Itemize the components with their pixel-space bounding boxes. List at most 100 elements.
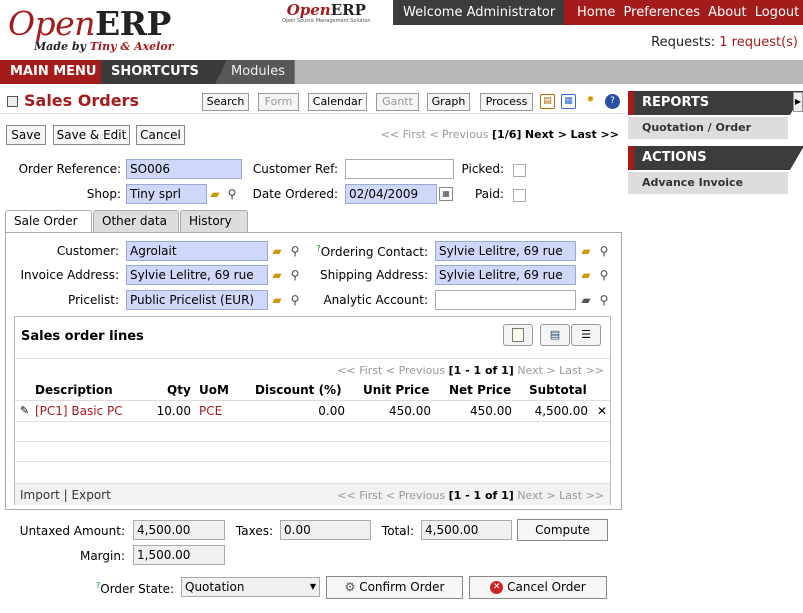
list-view-button[interactable]: ☰: [571, 324, 601, 346]
translate-icon[interactable]: ▦: [561, 94, 576, 109]
column-qty[interactable]: Qty: [167, 380, 191, 400]
search-icon[interactable]: ⚲: [225, 187, 239, 201]
search-icon[interactable]: ⚲: [597, 293, 611, 307]
print-button[interactable]: ▤: [540, 324, 570, 346]
search-view-button[interactable]: Search: [202, 93, 249, 111]
lines-pager-bottom: << First < Previous [1 - 1 of 1] Next > …: [337, 489, 604, 502]
delete-icon[interactable]: ✕: [597, 401, 607, 421]
calendar-view-button[interactable]: Calendar: [308, 93, 367, 111]
lines-pager-first[interactable]: << First: [337, 489, 382, 502]
main-menu-tab[interactable]: MAIN MENU: [0, 60, 101, 84]
open-folder-icon[interactable]: ▰: [270, 268, 284, 282]
view-title-bar: Sales Orders Search Form Calendar Gantt …: [0, 89, 625, 114]
report-icon[interactable]: ▤: [540, 94, 555, 109]
analytic-account-field[interactable]: [435, 290, 576, 310]
invoice-address-field[interactable]: Sylvie Lelitre, 69 rue: [126, 265, 268, 285]
shortcuts-tab[interactable]: SHORTCUTS: [101, 60, 227, 84]
requests-link[interactable]: 1 request(s): [719, 35, 798, 50]
date-ordered-field[interactable]: 02/04/2009: [345, 184, 437, 204]
new-line-button[interactable]: [503, 324, 533, 346]
order-state-label-text: Order State:: [100, 582, 174, 596]
sidebar-toggle-icon[interactable]: ▶: [793, 92, 803, 112]
pager-last[interactable]: Last >>: [570, 128, 619, 141]
search-icon[interactable]: ⚲: [597, 244, 611, 258]
taxes-field: 0.00: [280, 520, 371, 540]
import-export: Import | Export: [20, 488, 111, 502]
preferences-link[interactable]: Preferences: [624, 5, 700, 20]
export-link[interactable]: Export: [72, 488, 111, 502]
openerp-logo[interactable]: OpenERP Made by Tiny & Axelor: [8, 4, 174, 54]
search-icon[interactable]: ⚲: [288, 293, 302, 307]
form-view-button[interactable]: Form: [258, 93, 299, 111]
lines-pager-next[interactable]: Next >: [517, 489, 555, 502]
compute-button[interactable]: Compute: [517, 519, 608, 541]
line-description[interactable]: [PC1] Basic PC: [35, 401, 123, 421]
lines-pager-last[interactable]: Last >>: [559, 364, 604, 377]
calendar-icon[interactable]: ▦: [439, 187, 453, 201]
pager-previous[interactable]: < Previous: [429, 128, 488, 141]
process-view-button[interactable]: Process: [480, 93, 533, 111]
search-icon[interactable]: ⚲: [288, 244, 302, 258]
search-icon[interactable]: ⚲: [288, 268, 302, 282]
home-link[interactable]: Home: [577, 5, 615, 20]
lines-pager-first[interactable]: << First: [337, 364, 382, 377]
column-discount[interactable]: Discount (%): [255, 380, 342, 400]
cancel-button[interactable]: Cancel: [136, 125, 185, 145]
open-folder-icon[interactable]: ▰: [579, 244, 593, 258]
open-folder-icon[interactable]: ▰: [270, 293, 284, 307]
confirm-order-label: Confirm Order: [359, 580, 445, 594]
save-edit-button[interactable]: Save & Edit: [53, 125, 130, 145]
tab-other-data[interactable]: Other data: [93, 210, 179, 232]
order-reference-field[interactable]: SO006: [126, 159, 242, 179]
logout-link[interactable]: Logout: [755, 5, 800, 20]
customer-field[interactable]: Agrolait: [126, 241, 268, 261]
pager-next[interactable]: Next >: [525, 128, 567, 141]
picked-checkbox[interactable]: [513, 164, 526, 177]
logo-open-text: Open: [8, 4, 95, 43]
untaxed-amount-label: Untaxed Amount:: [19, 524, 125, 538]
gantt-view-button[interactable]: Gantt: [376, 93, 419, 111]
cancel-order-label: Cancel Order: [507, 580, 586, 594]
search-icon[interactable]: ⚲: [597, 268, 611, 282]
tab-sale-order[interactable]: Sale Order: [5, 210, 92, 233]
cancel-order-button[interactable]: ✕ Cancel Order: [469, 576, 607, 599]
column-net-price[interactable]: Net Price: [449, 380, 511, 400]
shipping-address-field[interactable]: Sylvie Lelitre, 69 rue: [435, 265, 576, 285]
open-folder-icon[interactable]: ▰: [579, 293, 593, 307]
pricelist-field[interactable]: Public Pricelist (EUR): [126, 290, 268, 310]
tab-history[interactable]: History: [180, 210, 248, 232]
ordering-contact-field[interactable]: Sylvie Lelitre, 69 rue: [435, 241, 576, 261]
column-subtotal[interactable]: Subtotal: [529, 380, 587, 400]
report-quotation-order[interactable]: Quotation / Order: [628, 117, 788, 139]
open-folder-icon[interactable]: ▰: [208, 187, 222, 201]
column-description[interactable]: Description: [35, 380, 113, 400]
lines-pager-last[interactable]: Last >>: [559, 489, 604, 502]
column-uom[interactable]: UoM: [199, 380, 229, 400]
modules-tab[interactable]: Modules: [215, 60, 295, 84]
lines-pager-previous[interactable]: < Previous: [386, 364, 445, 377]
order-state-select[interactable]: Quotation ▼: [181, 577, 320, 597]
invoice-address-label: Invoice Address:: [20, 268, 119, 282]
lines-pager-previous[interactable]: < Previous: [386, 489, 445, 502]
edit-pencil-icon[interactable]: ✎: [20, 401, 29, 421]
graph-view-button[interactable]: Graph: [427, 93, 470, 111]
help-icon[interactable]: ?: [605, 94, 620, 109]
action-advance-invoice[interactable]: Advance Invoice: [628, 172, 788, 194]
lines-footer: Import | Export << First < Previous [1 -…: [15, 483, 610, 505]
import-link[interactable]: Import: [20, 488, 60, 502]
about-link[interactable]: About: [708, 5, 746, 20]
paid-checkbox[interactable]: [513, 189, 526, 202]
line-uom[interactable]: PCE: [199, 401, 222, 421]
alert-icon[interactable]: ✸: [583, 94, 598, 109]
confirm-order-button[interactable]: ⚙ Confirm Order: [326, 576, 463, 599]
open-folder-icon[interactable]: ▰: [270, 244, 284, 258]
column-unit-price[interactable]: Unit Price: [363, 380, 429, 400]
customer-ref-field[interactable]: [345, 159, 454, 179]
shop-field[interactable]: Tiny sprl: [126, 184, 207, 204]
pager-first[interactable]: << First: [381, 128, 426, 141]
lines-pager-next[interactable]: Next >: [517, 364, 555, 377]
welcome-text: Welcome Administrator: [393, 0, 564, 25]
open-folder-icon[interactable]: ▰: [579, 268, 593, 282]
save-button[interactable]: Save: [6, 125, 46, 145]
shop-label: Shop:: [86, 187, 121, 201]
